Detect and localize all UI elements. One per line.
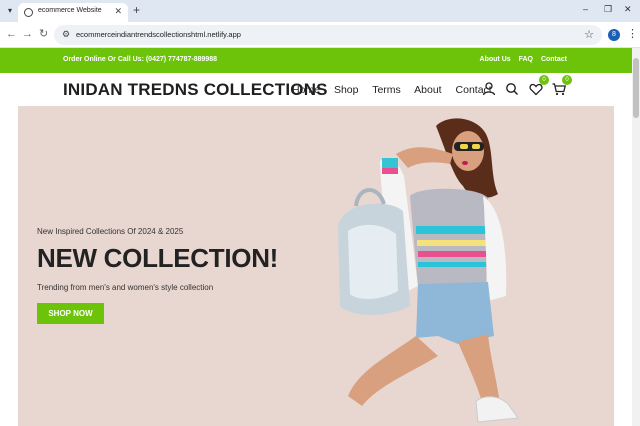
page-viewport: Order Online Or Call Us: (0427) 774787-8… [0,48,632,426]
minimize-icon[interactable]: – [583,4,588,14]
address-bar[interactable]: ⚙ ecommerceindiantrendscollectionshtml.n… [54,25,602,45]
wishlist-heart-icon[interactable]: 0 [528,75,549,97]
hero-model-image [338,118,519,423]
site-info-icon[interactable]: ⚙ [62,29,70,40]
browser-menu-icon[interactable]: ⋮ [627,27,638,40]
wishlist-count-badge: 0 [539,75,549,85]
restore-icon[interactable]: ❐ [604,4,612,15]
cart-count-badge: 0 [562,75,572,85]
browser-tab-bar: ▾ ecommerce Website ✕ + – ❐ ✕ [0,0,640,22]
tab-title: ecommerce Website [38,7,102,14]
tab-search-icon[interactable]: ▾ [4,5,16,17]
nav-about[interactable]: About [414,84,441,96]
cart-icon[interactable]: 0 [551,75,572,97]
nav-home[interactable]: Home [292,84,320,96]
new-tab-icon[interactable]: + [133,3,140,17]
hero-description: Trending from men's and women's style co… [37,283,214,292]
contact-link[interactable]: Contact [541,56,567,63]
page-scrollbar[interactable] [632,48,640,426]
user-icon[interactable] [481,81,497,97]
search-icon[interactable] [504,81,520,97]
profile-avatar[interactable]: 8 [608,29,620,41]
faq-link[interactable]: FAQ [519,56,533,63]
globe-icon [24,8,33,17]
main-nav: Home Shop Terms About Contact [292,84,503,96]
browser-toolbar: ← → ↻ ⚙ ecommerceindiantrendscollections… [0,22,640,48]
hero-banner: New Inspired Collections Of 2024 & 2025 … [18,106,614,426]
bookmark-star-icon[interactable]: ☆ [584,28,594,41]
hero-subtitle: New Inspired Collections Of 2024 & 2025 [37,227,184,236]
nav-terms[interactable]: Terms [372,84,401,96]
scrollbar-thumb[interactable] [633,58,639,118]
shop-now-button[interactable]: SHOP NOW [37,303,104,324]
top-links: About Us FAQ Contact [474,56,567,63]
site-logo[interactable]: INIDAN TREDNS COLLECTIONS [63,80,328,100]
reload-icon[interactable]: ↻ [39,28,48,40]
hero-title: NEW COLLECTION! [37,243,279,273]
forward-icon[interactable]: → [22,28,33,40]
browser-tab[interactable]: ecommerce Website ✕ [18,3,128,22]
site-header: INIDAN TREDNS COLLECTIONS Home Shop Term… [0,73,632,106]
close-window-icon[interactable]: ✕ [624,4,632,15]
close-tab-icon[interactable]: ✕ [114,6,122,17]
url-text[interactable]: ecommerceindiantrendscollectionshtml.net… [76,30,241,39]
top-info-bar: Order Online Or Call Us: (0427) 774787-8… [0,48,632,73]
nav-shop[interactable]: Shop [334,84,359,96]
back-icon[interactable]: ← [6,28,17,40]
contact-info: Order Online Or Call Us: (0427) 774787-8… [63,56,218,63]
about-us-link[interactable]: About Us [480,56,511,63]
